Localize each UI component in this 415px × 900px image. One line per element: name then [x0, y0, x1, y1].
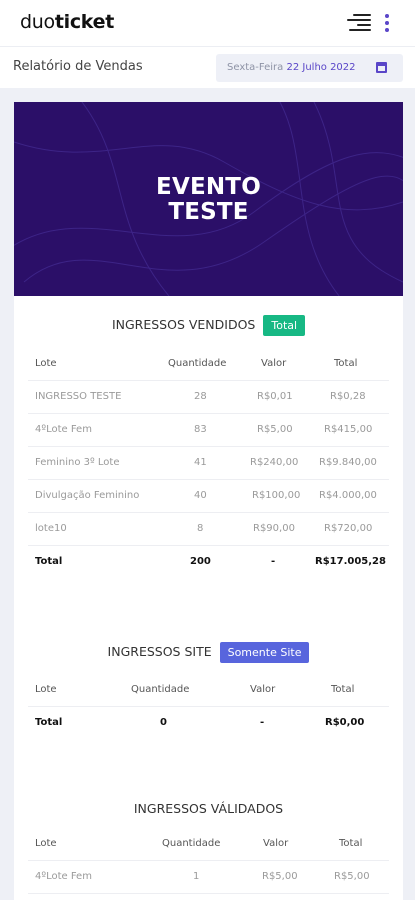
validated-table: Lote Quantidade Valor Total 4ºLote Fem 1…: [28, 828, 389, 894]
date-value: 22 Julho 2022: [286, 62, 356, 73]
total-badge[interactable]: Total: [263, 315, 306, 336]
event-title: EVENTO TESTE: [156, 174, 261, 225]
top-bar: duoticket: [0, 0, 415, 46]
duoticket-logo[interactable]: duoticket: [20, 11, 114, 33]
date-picker[interactable]: Sexta-Feira 22 Julho 2022: [216, 54, 403, 82]
table-row: INGRESSO TESTE 28 R$0,01 R$0,28: [28, 381, 389, 414]
table-header-row: Lote Quantidade Valor Total: [28, 674, 389, 707]
table-row: Divulgação Feminino 40 R$100,00 R$4.000,…: [28, 480, 389, 513]
event-banner: EVENTO TESTE: [14, 102, 403, 296]
table-total-row: Total 200 - R$17.005,28: [35, 556, 386, 567]
table-row: lote10 8 R$90,00 R$720,00: [28, 513, 389, 546]
more-vertical-icon[interactable]: [383, 13, 391, 33]
hamburger-menu-icon[interactable]: [347, 14, 371, 32]
site-table: Lote Quantidade Valor Total Total 0 - R$…: [28, 674, 389, 740]
validated-section-title: INGRESSOS VÁLIDADOS: [133, 801, 284, 816]
table-row: Feminino 3º Lote 41 R$240,00 R$9.840,00: [28, 447, 389, 480]
table-row: 4ºLote Fem 1 R$5,00 R$5,00: [28, 861, 389, 894]
table-header-row: Lote Quantidade Valor Total: [28, 828, 389, 861]
site-section-title: INGRESSOS SITE Somente Site: [14, 642, 403, 663]
report-header: Relatório de Vendas Sexta-Feira 22 Julho…: [0, 46, 415, 88]
site-only-badge[interactable]: Somente Site: [219, 642, 310, 663]
report-card: EVENTO TESTE INGRESSOS VENDIDOS Total Lo…: [14, 102, 403, 900]
date-weekday: Sexta-Feira: [227, 62, 284, 73]
table-header-row: Lote Quantidade Valor Total: [28, 348, 389, 381]
table-total-row: Total 0 - R$0,00: [35, 717, 365, 728]
sold-section-title: INGRESSOS VENDIDOS Total: [14, 315, 403, 336]
sold-table: Lote Quantidade Valor Total INGRESSO TES…: [28, 348, 389, 579]
page-title: Relatório de Vendas: [13, 59, 143, 74]
calendar-icon: [376, 62, 387, 73]
table-row: 4ºLote Fem 83 R$5,00 R$415,00: [28, 414, 389, 447]
